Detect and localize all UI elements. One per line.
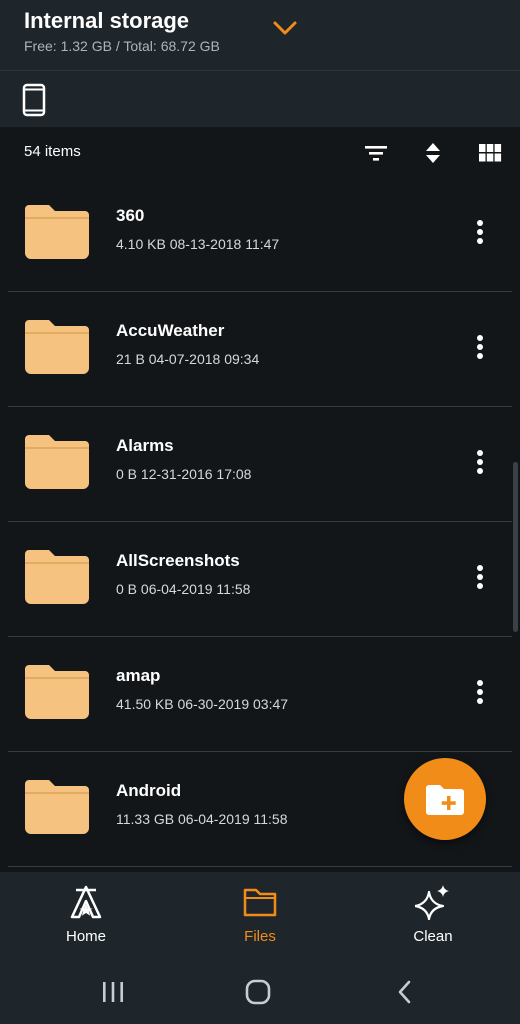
item-count: 54 items <box>24 143 81 160</box>
home-logo-icon <box>70 885 102 919</box>
new-folder-icon <box>426 785 464 815</box>
new-folder-button[interactable] <box>404 758 486 840</box>
folder-icon <box>25 318 89 374</box>
folder-icon <box>25 663 89 719</box>
list-toolbar: 54 items <box>0 127 520 177</box>
chevron-down-icon[interactable] <box>270 16 300 40</box>
file-row[interactable]: AccuWeather 21 B 04-07-2018 09:34 <box>0 292 520 407</box>
folder-icon <box>25 778 89 834</box>
phone-icon[interactable] <box>22 83 46 117</box>
nav-clean-label: Clean <box>413 928 453 945</box>
file-name: 360 <box>116 206 145 225</box>
more-options-icon[interactable] <box>466 217 494 247</box>
file-meta: 4.10 KB 08-13-2018 11:47 <box>116 236 280 252</box>
folder-icon <box>25 548 89 604</box>
file-row[interactable]: amap 41.50 KB 06-30-2019 03:47 <box>0 637 520 752</box>
file-meta: 11.33 GB 06-04-2019 11:58 <box>116 811 288 827</box>
file-meta: 0 B 12-31-2016 17:08 <box>116 466 252 482</box>
file-row[interactable]: AllScreenshots 0 B 06-04-2019 11:58 <box>0 522 520 637</box>
file-name: Alarms <box>116 436 174 455</box>
storage-title: Internal storage <box>24 8 190 33</box>
system-navigation-bar <box>0 960 520 1024</box>
sparkle-icon <box>415 885 449 920</box>
home-button-icon[interactable] <box>243 978 273 1006</box>
row-divider <box>8 866 512 867</box>
list-scrollbar[interactable] <box>513 462 518 632</box>
nav-home-label: Home <box>65 928 106 945</box>
file-row[interactable]: Alarms 0 B 12-31-2016 17:08 <box>0 407 520 522</box>
storage-summary: Free: 1.32 GB / Total: 68.72 GB <box>24 38 220 54</box>
folder-icon <box>25 203 89 259</box>
more-options-icon[interactable] <box>466 447 494 477</box>
more-options-icon[interactable] <box>466 332 494 362</box>
filter-icon[interactable] <box>362 139 390 167</box>
storage-header[interactable]: Internal storage Free: 1.32 GB / Total: … <box>0 0 520 70</box>
more-options-icon[interactable] <box>466 562 494 592</box>
file-name: AllScreenshots <box>116 551 240 570</box>
nav-files[interactable]: Files <box>200 884 320 954</box>
file-meta: 41.50 KB 06-30-2019 03:47 <box>116 696 289 712</box>
recent-apps-icon[interactable] <box>98 978 128 1006</box>
sort-icon[interactable] <box>419 139 447 167</box>
location-bar <box>0 71 520 127</box>
nav-files-label: Files <box>244 928 276 945</box>
more-options-icon[interactable] <box>466 677 494 707</box>
file-meta: 0 B 06-04-2019 11:58 <box>116 581 251 597</box>
nav-clean[interactable]: Clean <box>373 884 493 954</box>
file-row[interactable]: 360 4.10 KB 08-13-2018 11:47 <box>0 177 520 292</box>
file-name: Android <box>116 781 182 800</box>
file-meta: 21 B 04-07-2018 09:34 <box>116 351 260 367</box>
bottom-navigation: Home Files Clean <box>0 872 520 960</box>
back-icon[interactable] <box>390 978 420 1006</box>
folder-icon <box>25 433 89 489</box>
folder-outline-icon <box>243 888 277 917</box>
grid-view-icon[interactable] <box>476 139 504 167</box>
nav-home[interactable]: Home <box>26 884 146 954</box>
file-name: amap <box>116 666 161 685</box>
file-name: AccuWeather <box>116 321 225 340</box>
